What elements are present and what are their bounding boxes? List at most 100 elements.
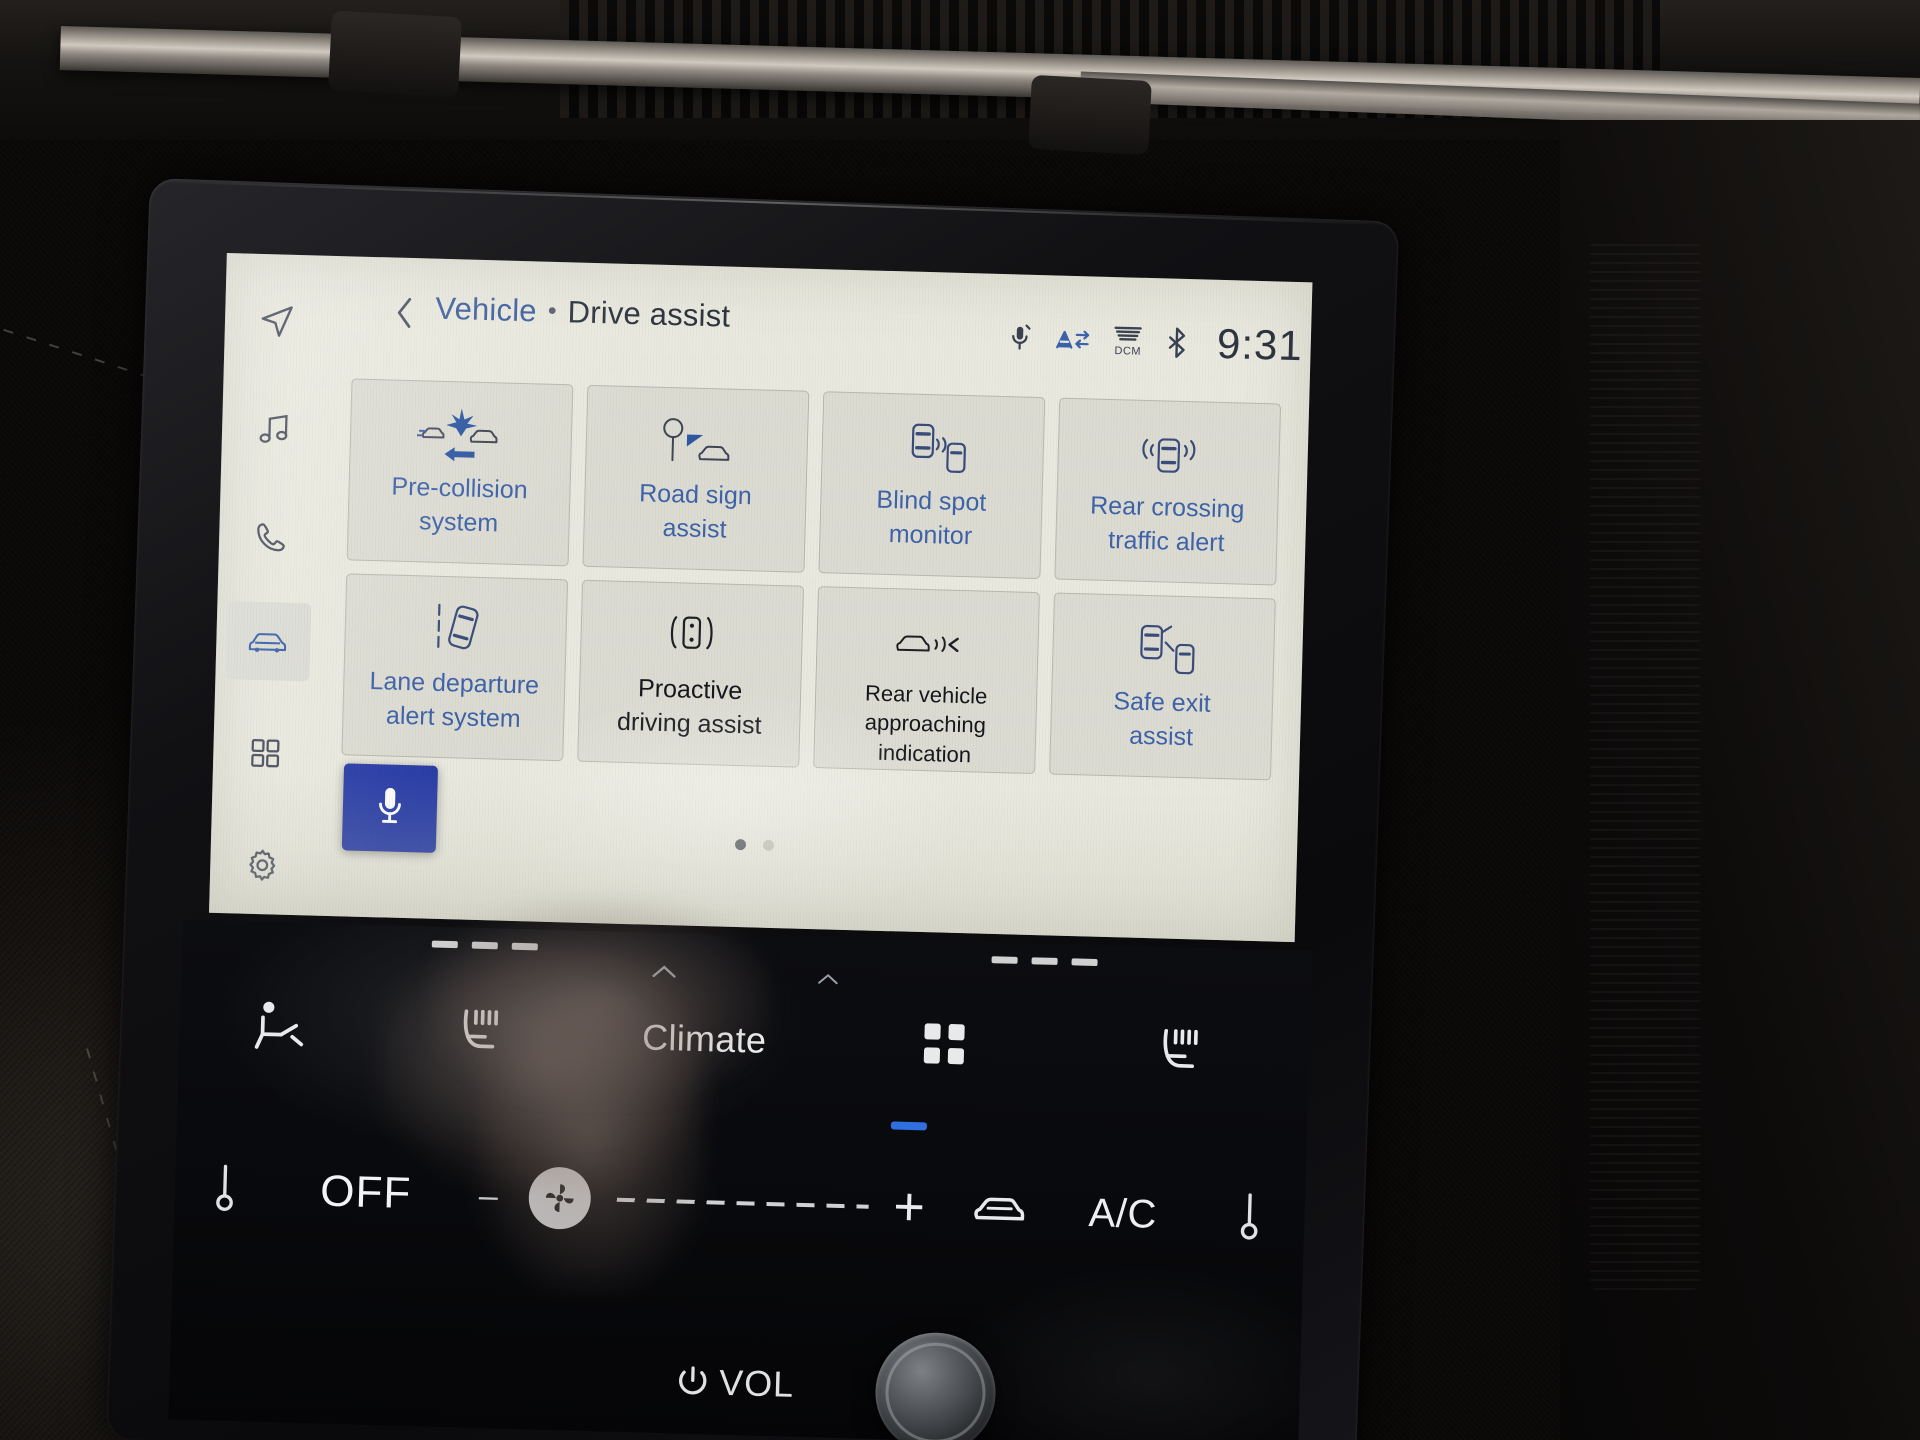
tile-label-line2: assist (1128, 721, 1194, 751)
status-bar: DCM 9:31 (1006, 314, 1303, 370)
navigation-arrow-icon (258, 302, 297, 341)
side-air-vent (1590, 240, 1700, 1290)
screen-mount-right (1028, 74, 1152, 156)
sidebar (209, 253, 331, 916)
volume-label: VOL (718, 1361, 795, 1405)
lane-departure-icon (409, 598, 503, 662)
seat-position-button[interactable] (179, 996, 381, 1059)
fan-increase-button[interactable]: + (868, 1176, 951, 1238)
music-note-icon (256, 411, 293, 448)
chevron-up-icon-left[interactable] (651, 963, 678, 985)
climate-top-row: Climate (178, 970, 1311, 1112)
tile-label-line2: traffic alert (1107, 525, 1225, 557)
tile-label-line2: system (418, 506, 499, 537)
seat-heat-icon (452, 1005, 508, 1061)
fan-speed-slider[interactable] (616, 1197, 869, 1209)
dcm-signal-icon: DCM (1113, 325, 1144, 358)
center-display-unit: Vehicle • Drive assist DCM 9:31 Pre-coll… (105, 178, 1400, 1440)
microphone-icon (372, 783, 407, 833)
car-icon (246, 621, 291, 662)
climate-label[interactable]: Climate (579, 1015, 830, 1064)
tile-label-line1: Blind spot (876, 485, 987, 517)
leather-stitching-left (3, 328, 147, 378)
temperature-right-button[interactable] (1195, 1186, 1306, 1248)
tile-label-line2: monitor (888, 519, 973, 550)
tile-rear-crossing-traffic-alert[interactable]: Rear crossing traffic alert (1054, 397, 1282, 586)
phone-icon (253, 519, 290, 556)
passenger-side-trim (1560, 120, 1920, 1440)
tile-road-sign-assist[interactable]: Road sign assist (582, 384, 810, 573)
dcm-label: DCM (1114, 345, 1142, 358)
sidebar-item-vehicle[interactable] (225, 601, 312, 682)
breadcrumb-root[interactable]: Vehicle (435, 291, 537, 329)
blind-spot-icon (886, 416, 980, 480)
apps-grid-icon (248, 736, 283, 771)
fan-speed-knob[interactable] (519, 1166, 599, 1231)
apps-grid-button[interactable] (829, 1018, 1060, 1073)
tile-blind-spot-monitor[interactable]: Blind spot monitor (818, 391, 1046, 580)
rear-vehicle-approaching-icon (881, 611, 975, 675)
chevron-up-icon-right[interactable] (817, 971, 840, 991)
clock: 9:31 (1216, 319, 1304, 370)
tile-label-line1: Safe exit (1113, 687, 1212, 718)
auto-translate-icon (1055, 326, 1092, 353)
fan-icon (527, 1166, 592, 1231)
page-dot-1[interactable] (734, 838, 746, 851)
screen-header: Vehicle • Drive assist DCM 9:31 (328, 282, 1312, 383)
bluetooth-icon (1165, 326, 1190, 359)
safe-exit-icon (1117, 617, 1211, 681)
climate-control-panel: Climate OFF – + A/C VOL (168, 919, 1312, 1440)
rear-crossing-icon (1122, 422, 1216, 486)
sidebar-item-media[interactable] (231, 389, 317, 469)
tile-label-line2: assist (662, 513, 727, 544)
driver-seat-heater-button[interactable] (379, 1003, 580, 1064)
thermometer-icon (1236, 1188, 1264, 1248)
passenger-seat-heater-button[interactable] (1058, 1022, 1299, 1084)
tile-label-line1: Rear crossing (1089, 491, 1245, 524)
tile-label-line1: Road sign (638, 479, 753, 511)
seat-recline-icon (250, 998, 310, 1057)
tile-rear-vehicle-approaching-indication[interactable]: Rear vehicle approaching indication (813, 586, 1040, 775)
handle-grip-right (991, 956, 1098, 967)
tile-label-line1: Rear vehicle (864, 680, 988, 709)
sidebar-item-apps[interactable] (222, 713, 308, 793)
breadcrumb: Vehicle • Drive assist (435, 291, 731, 335)
rear-defog-button[interactable] (949, 1187, 1050, 1235)
tile-pre-collision-system[interactable]: Pre-collision system (346, 378, 574, 567)
breadcrumb-current: Drive assist (567, 294, 731, 334)
volume-row: VOL (168, 1315, 1300, 1440)
tile-label-line2: alert system (385, 700, 522, 733)
dashboard-scene: Vehicle • Drive assist DCM 9:31 Pre-coll… (0, 0, 1920, 1440)
back-button[interactable] (391, 295, 418, 335)
road-sign-icon (650, 410, 744, 474)
page-dot-2[interactable] (762, 839, 774, 852)
proactive-driving-icon (645, 604, 739, 668)
tile-label-line1: Pre-collision (391, 472, 529, 505)
pre-collision-icon (414, 403, 508, 467)
tile-label-line1: Lane departure (369, 667, 540, 700)
screen-mount-left (327, 10, 463, 98)
handle-grip-left (431, 940, 538, 951)
breadcrumb-separator: • (547, 296, 558, 325)
tile-safe-exit-assist[interactable]: Safe exit assist (1049, 592, 1276, 781)
tile-label-line1: Proactive (637, 674, 743, 706)
fan-decrease-button[interactable]: – (456, 1176, 521, 1217)
apps-grid-icon (922, 1021, 967, 1071)
fan-off-state[interactable]: OFF (274, 1165, 457, 1220)
thermometer-icon (211, 1159, 239, 1219)
ac-button[interactable]: A/C (1049, 1189, 1196, 1238)
gear-icon (244, 847, 281, 884)
ac-status-led (890, 1121, 928, 1131)
seat-heat-icon (1151, 1024, 1207, 1080)
temperature-left-button[interactable] (174, 1158, 276, 1220)
power-icon[interactable] (675, 1363, 712, 1400)
sidebar-item-phone[interactable] (228, 497, 314, 577)
plus-icon: + (892, 1176, 926, 1238)
tile-label-line2: driving assist (616, 707, 762, 740)
tile-lane-departure-alert-system[interactable]: Lane departure alert system (341, 573, 569, 762)
infotainment-screen: Vehicle • Drive assist DCM 9:31 Pre-coll… (209, 253, 1313, 943)
drive-assist-grid: Pre-collision system Road sign assist Bl… (341, 378, 1282, 781)
sidebar-item-navigation[interactable] (234, 281, 320, 361)
tile-label-line2: approaching indication (864, 709, 987, 768)
tile-proactive-driving-assist[interactable]: Proactive driving assist (577, 579, 805, 768)
